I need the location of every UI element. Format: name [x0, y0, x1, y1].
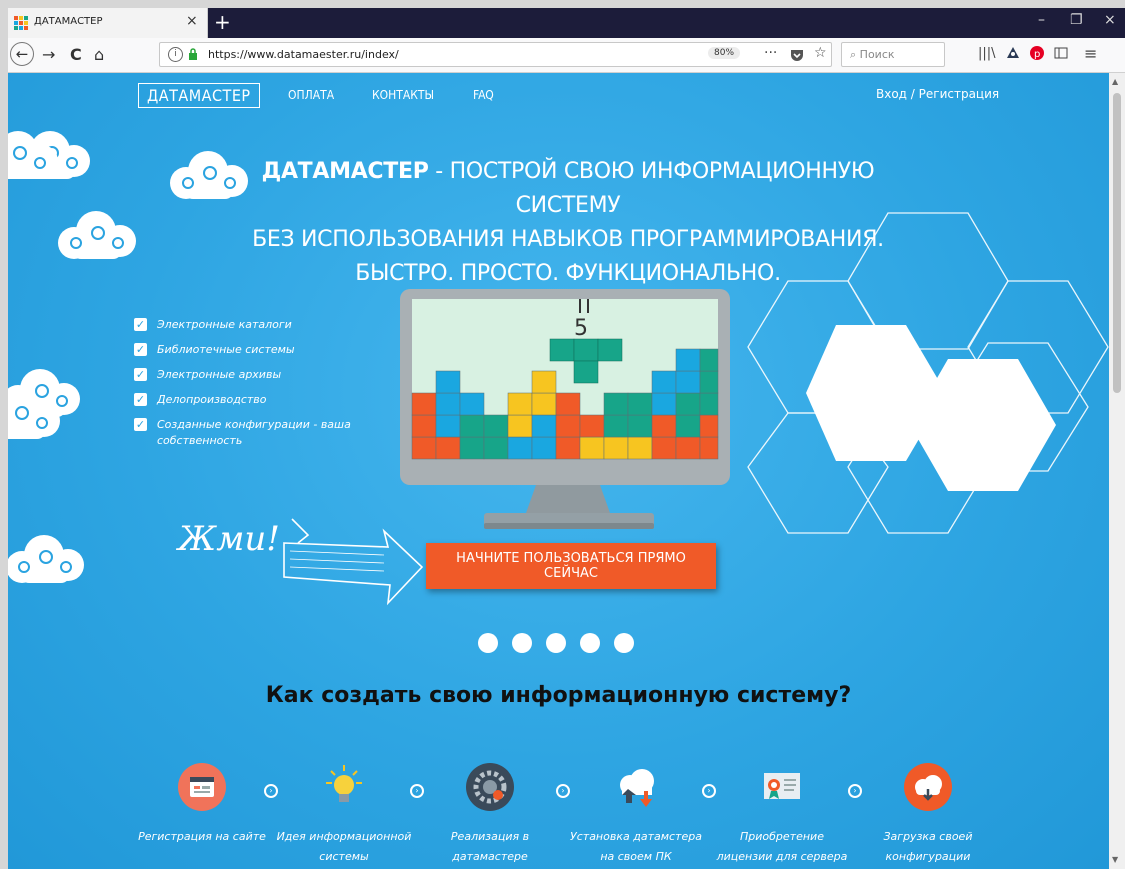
reload-button[interactable]: C [70, 45, 82, 65]
step-label: Приобретение лицензии для сервера [716, 830, 848, 863]
feature-item: ✓ Созданные конфигурации - ваша собственн… [134, 417, 354, 449]
checkbox-icon: ✓ [134, 368, 147, 381]
feature-label: Созданные конфигурации - ваша собственно… [157, 418, 351, 447]
feature-label: Электронные каталоги [157, 318, 292, 331]
headline-line-2: БЕЗ ИСПОЛЬЗОВАНИЯ НАВЫКОВ ПРОГРАММИРОВАН… [252, 227, 884, 252]
registration-icon [178, 763, 226, 811]
feature-item: ✓ Библиотечные системы [134, 342, 354, 358]
menu-link-contacts[interactable]: КОНТАКТЫ [372, 88, 434, 102]
zhmi-label: Жми! [178, 519, 280, 559]
new-tab-button[interactable]: + [214, 10, 231, 34]
page-scrollbar[interactable]: ▲ ▼ [1109, 73, 1125, 869]
back-button[interactable]: ← [10, 42, 34, 66]
carousel-dot[interactable] [478, 633, 498, 653]
nav-bar: ← → C ⌂ i https://www.datamaester.ru/ind… [8, 38, 1125, 73]
certificate-icon [758, 763, 806, 811]
hand-drawn-arrow [283, 518, 424, 606]
menu-link-faq[interactable]: FAQ [473, 88, 494, 102]
hero-headline: ДАТАМАСТЕР - ПОСТРОЙ СВОЮ ИНФОРМАЦИОННУЮ… [228, 155, 908, 291]
tab-datamaster[interactable]: ДАТАМАСТЕР × [8, 8, 208, 38]
carousel-dots [478, 633, 648, 657]
step-install[interactable]: Установка датамстера на своем ПК [566, 763, 706, 867]
step-upload-config[interactable]: Загрузка своей конфигурации [858, 763, 998, 867]
feature-item: ✓ Делопроизводство [134, 392, 354, 408]
scroll-up-icon[interactable]: ▲ [1112, 77, 1118, 86]
headline-brand: ДАТАМАСТЕР [261, 159, 429, 184]
home-button[interactable]: ⌂ [94, 45, 104, 65]
page-actions-icon[interactable]: ··· [764, 45, 777, 61]
tab-close-icon[interactable]: × [186, 13, 198, 29]
step-registration[interactable]: Регистрация на сайте [132, 763, 272, 847]
svg-text:5: 5 [574, 316, 588, 341]
step-label: Регистрация на сайте [138, 830, 266, 843]
gear-icon [466, 763, 514, 811]
pocket-icon[interactable] [790, 48, 804, 62]
maximize-icon[interactable]: ❐ [1070, 12, 1083, 28]
carousel-dot[interactable] [614, 633, 634, 653]
svg-text:p: p [1034, 49, 1040, 60]
feature-item: ✓ Электронные каталоги [134, 317, 354, 333]
headline-rest: - ПОСТРОЙ СВОЮ ИНФОРМАЦИОННУЮ СИСТЕМУ [428, 159, 875, 218]
minimize-icon[interactable]: – [1038, 12, 1045, 28]
checkbox-icon: ✓ [134, 318, 147, 331]
search-icon: ⌕ [850, 48, 857, 61]
login-register-link[interactable]: Вход / Регистрация [876, 87, 999, 101]
step-implementation[interactable]: Реализация в датамастере [420, 763, 560, 867]
feature-label: Делопроизводство [157, 393, 267, 406]
checkbox-icon: ✓ [134, 343, 147, 356]
step-label: Идея информационной системы [276, 830, 412, 863]
zoom-badge[interactable]: 80% [708, 47, 741, 59]
extension-triangle-icon[interactable] [1006, 46, 1020, 60]
start-now-button[interactable]: НАЧНИТЕ ПОЛЬЗОВАТЬСЯ ПРЯМО СЕЙЧАС [426, 543, 716, 589]
info-icon[interactable]: i [168, 47, 183, 62]
lightbulb-icon [320, 763, 368, 811]
feature-item: ✓ Электронные архивы [134, 367, 354, 383]
cloud-upload-icon [904, 763, 952, 811]
search-input[interactable]: ⌕ Поиск [850, 48, 895, 62]
lock-icon [189, 48, 197, 60]
search-placeholder: Поиск [859, 48, 895, 61]
step-label: Реализация в датамастере [450, 830, 530, 863]
step-idea[interactable]: Идея информационной системы [274, 763, 414, 867]
window-close-icon[interactable]: × [1104, 12, 1116, 28]
carousel-dot[interactable] [580, 633, 600, 653]
step-license[interactable]: Приобретение лицензии для сервера [712, 763, 852, 867]
scroll-thumb[interactable] [1113, 93, 1121, 393]
tab-bar: ДАТАМАСТЕР × + – ❐ × [8, 8, 1125, 38]
favicon-icon [14, 16, 28, 30]
browser-window: ДАТАМАСТЕР × + – ❐ × ← → C ⌂ i https://w… [8, 8, 1125, 869]
how-to-title: Как создать свою информационную систему? [265, 683, 852, 708]
site-logo[interactable]: ДАТАМАСТЕР [138, 83, 260, 108]
tab-title: ДАТАМАСТЕР [34, 16, 103, 27]
feature-label: Библиотечные системы [157, 343, 295, 356]
forward-button[interactable]: → [42, 45, 55, 65]
checkbox-icon: ✓ [134, 393, 147, 406]
checkbox-icon: ✓ [134, 418, 147, 431]
cloud-download-icon [612, 763, 660, 811]
white-hexagons [806, 325, 1056, 491]
menu-link-payment[interactable]: ОПЛАТА [288, 88, 334, 102]
bookmark-star-icon[interactable]: ☆ [814, 45, 827, 61]
url-text[interactable]: https://www.datamaester.ru/index/ [208, 48, 399, 61]
url-bar[interactable]: i https://www.datamaester.ru/index/ 80% … [159, 42, 832, 67]
carousel-dot[interactable] [546, 633, 566, 653]
step-label: Загрузка своей конфигурации [883, 830, 973, 863]
feature-label: Электронные архивы [157, 368, 282, 381]
monitor-illustration: 5 [400, 289, 730, 529]
page-content: 5 ДАТАМАСТЕР ОПЛАТА КОНТАКТЫ FAQ Вход / … [8, 73, 1109, 869]
pinterest-icon[interactable]: p [1030, 46, 1044, 60]
headline-line-1: ДАТАМАСТЕР - ПОСТРОЙ СВОЮ ИНФОРМАЦИОННУЮ… [228, 155, 908, 223]
carousel-dot[interactable] [512, 633, 532, 653]
library-icon[interactable]: |||\ [978, 46, 996, 61]
step-label: Установка датамстера на своем ПК [570, 830, 702, 863]
scroll-down-icon[interactable]: ▼ [1112, 855, 1118, 864]
menu-hamburger-icon[interactable]: ≡ [1084, 44, 1097, 63]
search-box[interactable]: ⌕ Поиск [841, 42, 945, 67]
headline-line-3: БЫСТРО. ПРОСТО. ФУНКЦИОНАЛЬНО. [355, 261, 781, 286]
sidebar-icon[interactable] [1054, 46, 1068, 60]
feature-list: ✓ Электронные каталоги ✓ Библиотечные сист… [134, 317, 354, 458]
